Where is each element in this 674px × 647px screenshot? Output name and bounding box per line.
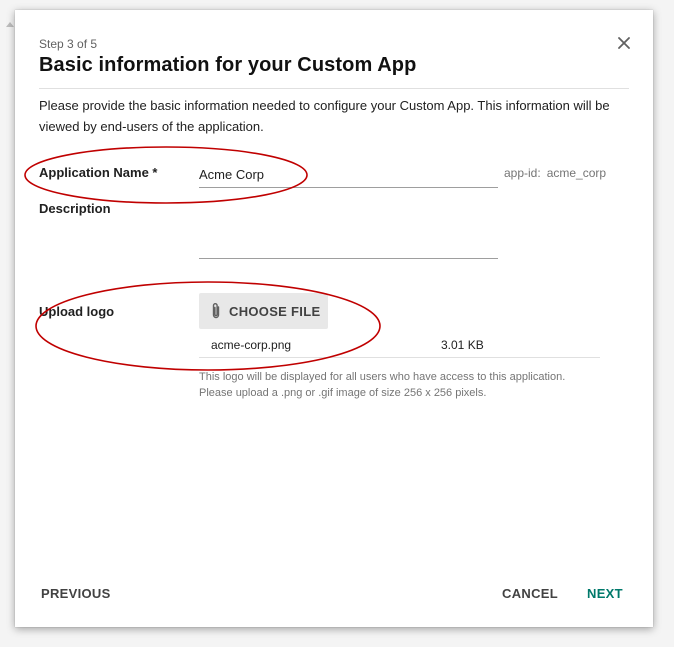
corner-arrow-icon bbox=[6, 22, 14, 27]
paperclip-icon bbox=[211, 302, 221, 320]
logo-hint-line-2: Please upload a .png or .gif image of si… bbox=[199, 387, 487, 399]
file-size: 3.01 KB bbox=[441, 338, 484, 352]
close-button[interactable] bbox=[613, 32, 635, 54]
choose-file-button[interactable]: CHOOSE FILE bbox=[199, 293, 328, 329]
app-id-readout: app-id: acme_corp bbox=[504, 166, 606, 180]
app-id-value: acme_corp bbox=[546, 166, 607, 180]
upload-logo-label: Upload logo bbox=[39, 304, 115, 319]
previous-button[interactable]: PREVIOUS bbox=[41, 586, 111, 601]
title-divider bbox=[39, 88, 629, 89]
description-label: Description bbox=[39, 201, 111, 216]
logo-hint-line-1: This logo will be displayed for all user… bbox=[199, 371, 566, 383]
cancel-button[interactable]: CANCEL bbox=[502, 586, 558, 601]
app-name-label: Application Name * bbox=[39, 165, 158, 180]
close-icon bbox=[618, 37, 630, 49]
app-id-label: app-id: bbox=[504, 166, 541, 180]
description-input[interactable] bbox=[199, 206, 498, 259]
logo-hint: This logo will be displayed for all user… bbox=[199, 369, 619, 401]
step-indicator: Step 3 of 5 bbox=[39, 37, 98, 51]
dialog-title: Basic information for your Custom App bbox=[39, 54, 417, 76]
next-button[interactable]: NEXT bbox=[587, 586, 623, 601]
custom-app-dialog: Step 3 of 5 Basic information for your C… bbox=[15, 10, 653, 627]
file-name: acme-corp.png bbox=[211, 338, 292, 352]
app-name-input[interactable] bbox=[199, 162, 498, 188]
intro-text: Please provide the basic information nee… bbox=[39, 98, 610, 134]
choose-file-label: CHOOSE FILE bbox=[229, 303, 321, 319]
uploaded-file-row: acme-corp.png 3.01 KB bbox=[199, 332, 600, 358]
